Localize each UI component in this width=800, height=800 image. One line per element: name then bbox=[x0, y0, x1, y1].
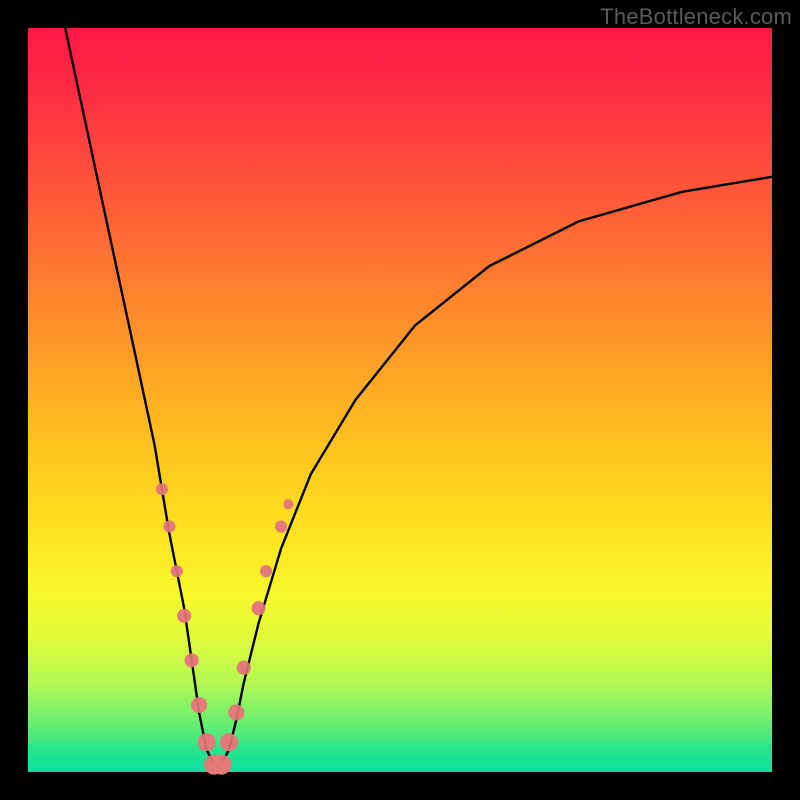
marker-dot bbox=[252, 601, 266, 615]
markers-group bbox=[156, 483, 294, 774]
marker-dot bbox=[156, 483, 168, 495]
marker-dot bbox=[228, 705, 244, 721]
marker-dot bbox=[191, 697, 207, 713]
marker-dot bbox=[260, 565, 272, 577]
chart-svg bbox=[28, 28, 772, 772]
marker-dot bbox=[171, 565, 183, 577]
marker-dot bbox=[191, 697, 207, 713]
marker-dot bbox=[275, 521, 287, 533]
marker-dot bbox=[260, 565, 272, 577]
marker-dot bbox=[163, 521, 175, 533]
marker-dot bbox=[163, 521, 175, 533]
watermark-text: TheBottleneck.com bbox=[600, 4, 792, 30]
marker-dot bbox=[228, 705, 244, 721]
marker-dot bbox=[177, 609, 191, 623]
marker-dot bbox=[283, 499, 293, 509]
marker-dot bbox=[237, 661, 251, 675]
markers-group-top bbox=[156, 483, 294, 774]
marker-dot bbox=[171, 565, 183, 577]
marker-dot bbox=[252, 601, 266, 615]
green-band bbox=[28, 744, 772, 772]
marker-dot bbox=[237, 661, 251, 675]
marker-dot bbox=[185, 653, 199, 667]
marker-dot bbox=[275, 521, 287, 533]
marker-dot bbox=[156, 483, 168, 495]
marker-dot bbox=[177, 609, 191, 623]
marker-dot bbox=[185, 653, 199, 667]
bottleneck-curve bbox=[65, 28, 772, 765]
plot-area bbox=[28, 28, 772, 772]
marker-dot bbox=[283, 499, 293, 509]
chart-frame: TheBottleneck.com bbox=[0, 0, 800, 800]
